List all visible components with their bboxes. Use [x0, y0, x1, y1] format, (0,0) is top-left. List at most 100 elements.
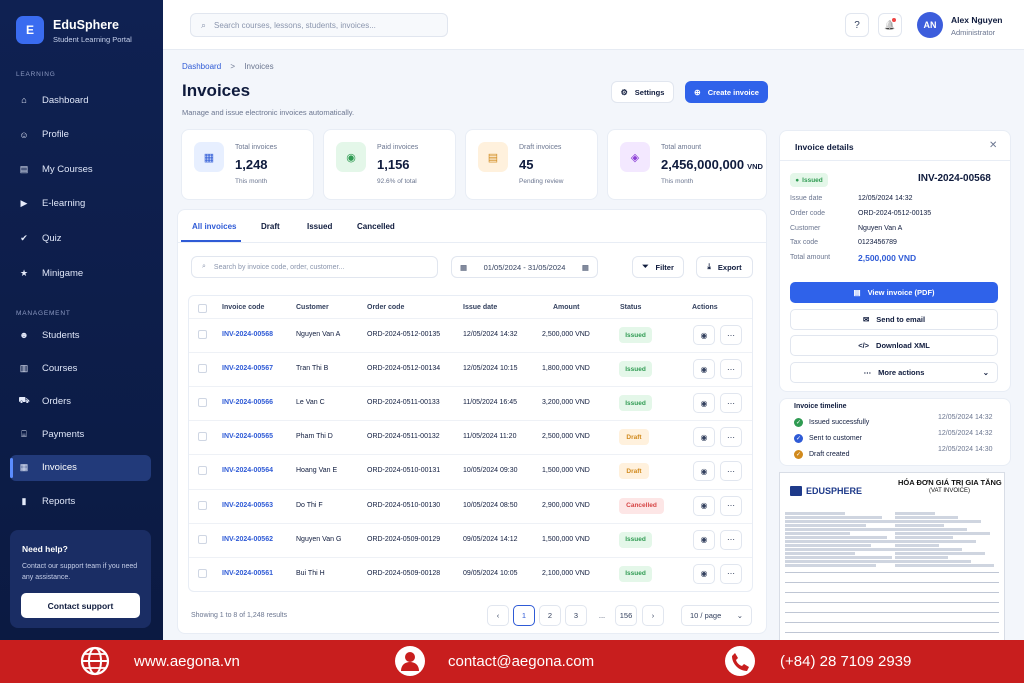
row-checkbox[interactable] [198, 500, 207, 510]
sidebar-item-orders[interactable]: ⛟ Orders [10, 388, 151, 414]
breadcrumb-current: Invoices [244, 62, 274, 71]
document-text-line [785, 556, 892, 559]
row-checkbox[interactable] [198, 364, 207, 374]
page-button[interactable]: 156 [615, 605, 637, 626]
row-checkbox[interactable] [198, 466, 207, 476]
column-header: Amount [553, 304, 580, 311]
page-button[interactable]: 2 [539, 605, 561, 626]
sidebar-item-payments[interactable]: ⌸ Payments [10, 422, 151, 448]
eye-icon: ◉ [700, 569, 708, 579]
sidebar-item-students[interactable]: ☻ Students [10, 322, 151, 348]
invoice-code-link[interactable]: INV-2024-00563 [222, 502, 273, 509]
view-button[interactable]: ◉ [693, 529, 715, 550]
footer-phone[interactable]: (+84) 28 7109 2939 [780, 653, 911, 670]
create-invoice-button[interactable]: ⊕ Create invoice [685, 81, 768, 103]
tab-all-invoices[interactable]: All invoices [192, 222, 236, 231]
view-button[interactable]: ◉ [693, 461, 715, 482]
sidebar-item-quiz[interactable]: ✔ Quiz [10, 225, 151, 251]
more-actions-button[interactable]: ⋯ More actions ⌄ [790, 362, 998, 383]
view-invoice-pdf-button[interactable]: ▤ View invoice (PDF) [790, 282, 998, 303]
invoice-code-link[interactable]: INV-2024-00567 [222, 365, 273, 372]
timeline-dot-icon: ✓ [794, 418, 803, 427]
sidebar-item-minigame[interactable]: ★ Minigame [10, 260, 151, 286]
invoice-code-link[interactable]: INV-2024-00568 [222, 331, 273, 338]
stat-unit: VND [747, 162, 763, 171]
row-checkbox[interactable] [198, 398, 207, 408]
prev-page-button[interactable]: ‹ [487, 605, 509, 626]
row-checkbox[interactable] [198, 330, 207, 339]
row-checkbox[interactable] [198, 568, 207, 578]
sidebar-item-my-courses[interactable]: ▤ My Courses [10, 156, 151, 182]
sidebar-item-reports[interactable]: ▮ Reports [10, 488, 151, 514]
row-more-button[interactable]: ⋯ [720, 563, 742, 584]
download-xml-button[interactable]: </> Download XML [790, 335, 998, 356]
row-more-button[interactable]: ⋯ [720, 325, 742, 345]
row-more-button[interactable]: ⋯ [720, 529, 742, 550]
invoice-code-link[interactable]: INV-2024-00562 [222, 536, 273, 543]
document-text-line [895, 532, 990, 535]
document-text-line [895, 520, 981, 523]
close-icon[interactable]: ✕ [989, 140, 997, 151]
send-email-label: Send to email [876, 315, 926, 324]
page-button[interactable]: 3 [565, 605, 587, 626]
footer-email[interactable]: contact@aegona.com [448, 653, 594, 670]
sidebar-item-e-learning[interactable]: ▶ E-learning [10, 191, 151, 217]
date-range-picker[interactable]: ▦ 01/05/2024 - 31/05/2024 ▦ [451, 256, 598, 278]
export-button[interactable]: ⤓ Export [696, 256, 753, 278]
view-button[interactable]: ◉ [693, 427, 715, 448]
document-table-rule [785, 622, 999, 623]
search-icon: ⌕ [202, 263, 206, 270]
invoice-code-link[interactable]: INV-2024-00561 [222, 570, 273, 577]
sidebar-item-courses[interactable]: ▥ Courses [10, 355, 151, 381]
page-button[interactable]: 1 [513, 605, 535, 626]
tabs-divider [177, 242, 767, 243]
sidebar-item-invoices[interactable]: ▦ Invoices [10, 454, 151, 481]
more-icon: ⋯ [727, 466, 735, 476]
view-invoice-label: View invoice (PDF) [867, 288, 935, 297]
sidebar-item-dashboard[interactable]: ⌂ Dashboard [10, 87, 151, 113]
invoice-code-link[interactable]: INV-2024-00564 [222, 467, 273, 474]
global-search-input[interactable]: ⌕ Search courses, lessons, students, invo… [190, 13, 448, 37]
tab-draft[interactable]: Draft [261, 222, 280, 231]
app-subtitle: Student Learning Portal [53, 35, 132, 44]
filter-button[interactable]: ⏷ Filter [632, 256, 684, 278]
row-checkbox[interactable] [198, 432, 207, 442]
row-checkbox[interactable] [198, 534, 207, 544]
book-icon: ▤ [19, 163, 29, 174]
avatar[interactable]: AN [917, 12, 943, 38]
view-button[interactable]: ◉ [693, 359, 715, 380]
view-button[interactable]: ◉ [693, 563, 715, 584]
money-icon: ◉ [336, 142, 366, 172]
next-page-button[interactable]: › [642, 605, 664, 626]
timeline-label: Issued successfully [809, 419, 870, 426]
footer-website[interactable]: www.aegona.vn [134, 653, 240, 670]
breadcrumb-dashboard[interactable]: Dashboard [182, 62, 221, 71]
help-button[interactable]: ? [845, 13, 869, 37]
invoice-code-link[interactable]: INV-2024-00565 [222, 433, 273, 440]
row-more-button[interactable]: ⋯ [720, 461, 742, 482]
detail-field-value: ORD-2024-0512-00135 [858, 209, 932, 217]
row-more-button[interactable]: ⋯ [720, 359, 742, 380]
row-more-button[interactable]: ⋯ [720, 495, 742, 516]
tab-issued[interactable]: Issued [307, 222, 332, 231]
row-more-button[interactable]: ⋯ [720, 393, 742, 414]
detail-field-label: Issue date [790, 195, 823, 202]
document-text-line [895, 528, 967, 531]
send-email-button[interactable]: ✉ Send to email [790, 309, 998, 330]
invoice-code-link[interactable]: INV-2024-00566 [222, 399, 273, 406]
contact-support-button[interactable]: Contact support [21, 593, 140, 618]
view-button[interactable]: ◉ [693, 325, 715, 345]
settings-button[interactable]: ⚙ Settings [611, 81, 674, 103]
detail-status-text: Issued [802, 176, 823, 184]
view-button[interactable]: ◉ [693, 495, 715, 516]
per-page-select[interactable]: 10 / page ⌄ [681, 605, 752, 626]
select-all-checkbox[interactable] [198, 304, 207, 313]
invoice-search-input[interactable]: ⌕ Search by invoice code, order, customer… [191, 256, 438, 278]
tab-cancelled[interactable]: Cancelled [357, 222, 395, 231]
sidebar-item-profile[interactable]: ☺ Profile [10, 122, 151, 148]
view-button[interactable]: ◉ [693, 393, 715, 414]
filter-label: Filter [655, 262, 674, 272]
notifications-button[interactable]: 🔔 [878, 13, 902, 37]
stat-value: 45 [519, 157, 533, 172]
row-more-button[interactable]: ⋯ [720, 427, 742, 448]
